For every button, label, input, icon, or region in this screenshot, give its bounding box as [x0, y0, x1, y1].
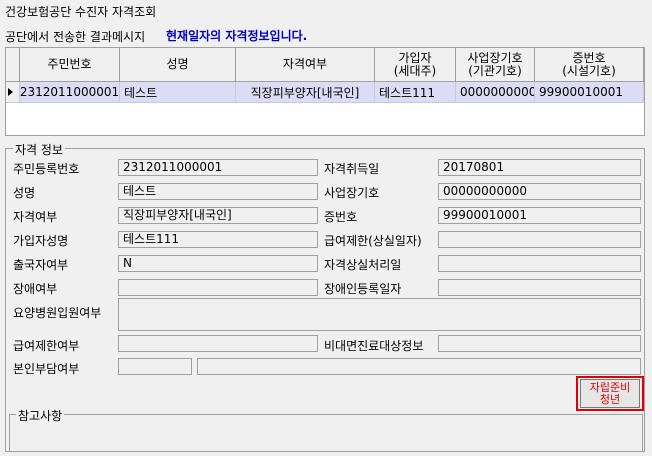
reference-box[interactable] [9, 414, 643, 452]
benefit-restriction-date-label: 급여제한(상실일자) [324, 234, 422, 248]
card-no-field[interactable]: 99900010001 [438, 207, 641, 224]
benefit-restriction-field[interactable] [118, 335, 318, 352]
current-row-arrow-icon [8, 88, 13, 96]
row-selector[interactable] [6, 82, 20, 103]
reference-legend: 참고사항 [16, 407, 65, 424]
departure-label: 출국자여부 [13, 258, 69, 272]
subscriber-name-label: 가입자성명 [13, 234, 69, 248]
benefit-restriction-label: 급여제한여부 [13, 339, 80, 353]
grid-cell-card-no[interactable]: 99900010001 [535, 82, 644, 103]
loss-date-field[interactable] [438, 255, 641, 272]
acquired-date-field[interactable]: 20170801 [438, 159, 641, 176]
copay-label: 본인부담여부 [13, 362, 80, 376]
result-message-text: 현재일자의 자격정보입니다. [166, 29, 308, 43]
copay-code-field[interactable] [118, 358, 192, 375]
independent-youth-button[interactable]: 자립준비 청년 [580, 379, 640, 408]
grid-header-biz-code[interactable]: 사업장기호 (기관기호) [456, 48, 535, 82]
departure-field[interactable]: N [118, 255, 318, 272]
card-no-label: 증번호 [324, 210, 358, 224]
status-field[interactable]: 직장피부양자[내국인] [118, 207, 318, 224]
loss-date-label: 자격상실처리일 [324, 258, 402, 272]
nursing-hospital-field[interactable] [118, 298, 641, 331]
grid-header-ssn[interactable]: 주민번호 [20, 48, 120, 82]
name-label: 성명 [13, 186, 36, 200]
name-field[interactable]: 테스트 [118, 183, 318, 200]
grid-header-name[interactable]: 성명 [120, 48, 236, 82]
grid-header-subscriber[interactable]: 가입자 (세대주) [375, 48, 456, 82]
eligibility-grid[interactable]: 주민번호 성명 자격여부 가입자 (세대주) 사업장기호 (기관기호) 증번호 … [5, 47, 645, 136]
grid-cell-name[interactable]: 테스트 [120, 82, 236, 103]
ssn-label: 주민등록번호 [13, 162, 80, 176]
disability-field[interactable] [118, 279, 318, 296]
disability-reg-date-field[interactable] [438, 279, 641, 296]
grid-header-status[interactable]: 자격여부 [236, 48, 375, 82]
nonface-care-field[interactable] [438, 335, 641, 352]
biz-code-label: 사업장기호 [324, 186, 380, 200]
result-message-label: 공단에서 전송한 결과메시지 [5, 30, 146, 44]
grid-cell-subscriber[interactable]: 테스트111 [375, 82, 456, 103]
disability-reg-date-label: 장애인등록일자 [324, 282, 402, 296]
copay-detail-field[interactable] [197, 358, 641, 375]
window-title: 건강보험공단 수진자 자격조회 [5, 5, 157, 19]
eligibility-info-legend: 자격 정보 [13, 141, 65, 158]
disability-label: 장애여부 [13, 282, 58, 296]
biz-code-field[interactable]: 00000000000 [438, 183, 641, 200]
nonface-care-label: 비대면진료대상정보 [324, 339, 424, 353]
status-label: 자격여부 [13, 210, 58, 224]
grid-cell-biz-code[interactable]: 00000000000 [456, 82, 535, 103]
acquired-date-label: 자격취득일 [324, 162, 380, 176]
benefit-restriction-date-field[interactable] [438, 231, 641, 248]
grid-header-card-no[interactable]: 증번호 (시설기호) [535, 48, 644, 82]
ssn-field[interactable]: 2312011000001 [118, 159, 318, 176]
grid-corner [6, 48, 20, 82]
grid-cell-status[interactable]: 직장피부양자[내국인] [236, 82, 375, 103]
subscriber-name-field[interactable]: 테스트111 [118, 231, 318, 248]
grid-cell-ssn[interactable]: 2312011000001 [20, 82, 120, 103]
nursing-hospital-label: 요양병원입원여부 [13, 306, 102, 320]
